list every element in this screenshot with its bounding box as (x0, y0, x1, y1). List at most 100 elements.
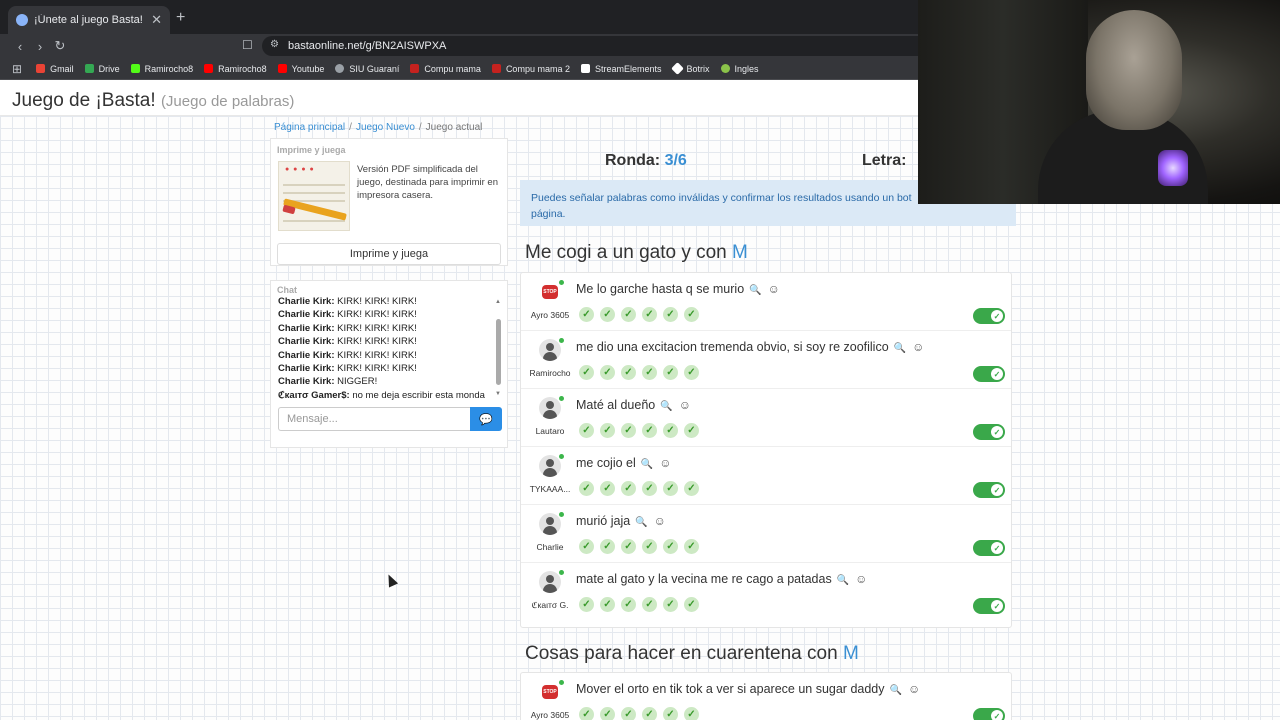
check-icon[interactable]: ✓ (684, 539, 699, 554)
check-icon[interactable]: ✓ (663, 423, 678, 438)
breadcrumb-home[interactable]: Página principal (274, 122, 345, 133)
validity-toggle[interactable]: ✓ (973, 598, 1005, 614)
check-icon[interactable]: ✓ (600, 481, 615, 496)
check-icon[interactable]: ✓ (663, 307, 678, 322)
breadcrumb-new-game[interactable]: Juego Nuevo (356, 122, 415, 133)
check-icon[interactable]: ✓ (621, 365, 636, 380)
emoji-reaction-icon[interactable]: ☺ (654, 514, 666, 528)
site-info-icon[interactable]: ⚙ (270, 39, 279, 50)
check-icon[interactable]: ✓ (621, 481, 636, 496)
emoji-reaction-icon[interactable]: ☺ (912, 340, 924, 354)
validity-toggle[interactable]: ✓ (973, 482, 1005, 498)
search-icon[interactable]: 🔍 (749, 285, 761, 296)
check-icon[interactable]: ✓ (621, 597, 636, 612)
check-icon[interactable]: ✓ (684, 365, 699, 380)
search-icon[interactable]: 🔍 (894, 343, 906, 354)
check-icon[interactable]: ✓ (684, 707, 699, 720)
chat-message-input[interactable]: Mensaje... (278, 407, 470, 431)
check-icon[interactable]: ✓ (579, 597, 594, 612)
check-icon[interactable]: ✓ (621, 423, 636, 438)
forward-icon[interactable]: › (30, 39, 50, 54)
emoji-reaction-icon[interactable]: ☺ (659, 456, 671, 470)
search-icon[interactable]: 🔍 (660, 401, 672, 412)
scroll-up-icon[interactable]: ▲ (494, 299, 502, 305)
check-icon[interactable]: ✓ (621, 539, 636, 554)
check-icon[interactable]: ✓ (621, 707, 636, 720)
bookmark-item[interactable]: Gmail (36, 64, 74, 74)
check-icon[interactable]: ✓ (684, 597, 699, 612)
check-icon[interactable]: ✓ (579, 707, 594, 720)
emoji-reaction-icon[interactable]: ☺ (855, 572, 867, 586)
check-icon[interactable]: ✓ (684, 307, 699, 322)
validity-toggle[interactable]: ✓ (973, 366, 1005, 382)
bookmark-item[interactable]: SIU Guaraní (335, 64, 399, 74)
bookmark-item[interactable]: Compu mama (410, 64, 481, 74)
check-icon[interactable]: ✓ (642, 481, 657, 496)
validity-toggle[interactable]: ✓ (973, 308, 1005, 324)
scroll-down-icon[interactable]: ▼ (494, 391, 502, 397)
check-icon[interactable]: ✓ (642, 707, 657, 720)
check-icon[interactable]: ✓ (579, 307, 594, 322)
print-and-play-button[interactable]: Imprime y juega (277, 243, 501, 265)
check-icon[interactable]: ✓ (642, 597, 657, 612)
check-icon[interactable]: ✓ (600, 707, 615, 720)
check-icon[interactable]: ✓ (642, 539, 657, 554)
search-icon[interactable]: 🔍 (837, 575, 849, 586)
browser-tab[interactable]: ¡Únete al juego Basta! ✕ (8, 6, 170, 34)
check-icon[interactable]: ✓ (600, 423, 615, 438)
check-icon[interactable]: ✓ (684, 423, 699, 438)
reload-icon[interactable]: ↻ (50, 38, 70, 54)
validity-toggle[interactable]: ✓ (973, 424, 1005, 440)
address-bar[interactable]: ⚙ bastaonline.net/g/BN2AISWPXA (262, 36, 942, 56)
new-tab-button[interactable]: + (176, 9, 185, 27)
chat-scrollbar[interactable]: ▲ ▼ (494, 299, 502, 399)
chat-message: ℭкаιтσ Gamer$: no me deja escribir esta … (278, 389, 485, 400)
search-icon[interactable]: 🔍 (641, 459, 653, 470)
bookmark-item[interactable]: Compu mama 2 (491, 64, 570, 74)
check-icon[interactable]: ✓ (663, 481, 678, 496)
check-icon[interactable]: ✓ (663, 707, 678, 720)
emoji-reaction-icon[interactable]: ☺ (908, 682, 920, 696)
emoji-reaction-icon[interactable]: ☺ (679, 398, 691, 412)
answer-row: Ramirocho me dio una excitacion tremenda… (521, 331, 1011, 389)
bookmark-item[interactable]: Ramirocho8 (130, 64, 193, 74)
check-icon[interactable]: ✓ (600, 597, 615, 612)
check-icon[interactable]: ✓ (642, 307, 657, 322)
check-icon[interactable]: ✓ (684, 481, 699, 496)
check-icon[interactable]: ✓ (579, 539, 594, 554)
check-icon[interactable]: ✓ (579, 481, 594, 496)
check-icon[interactable]: ✓ (642, 365, 657, 380)
bookmark-item[interactable]: Botrix (670, 62, 710, 75)
check-icon[interactable]: ✓ (579, 423, 594, 438)
chat-log[interactable]: Charlie Kirk: KIRK! KIRK! KIRK! Charlie … (278, 295, 492, 400)
send-message-button[interactable]: 💬 (470, 407, 502, 431)
bookmark-item[interactable]: Drive (84, 64, 120, 74)
search-icon[interactable]: 🔍 (890, 685, 902, 696)
check-icon[interactable]: ✓ (663, 597, 678, 612)
scrollbar-thumb[interactable] (496, 319, 501, 385)
answer-text: murió jaja 🔍 ☺ (576, 514, 666, 528)
check-icon[interactable]: ✓ (600, 365, 615, 380)
bookmark-item[interactable]: Ramirocho8 (204, 64, 267, 74)
back-icon[interactable]: ‹ (10, 39, 30, 54)
apps-grid-icon[interactable]: ⊞ (12, 62, 22, 76)
check-icon[interactable]: ✓ (642, 423, 657, 438)
emoji-reaction-icon[interactable]: ☺ (768, 282, 780, 296)
page-title[interactable]: Juego de ¡Basta! (Juego de palabras) (12, 90, 294, 112)
check-icon[interactable]: ✓ (663, 539, 678, 554)
check-icon[interactable]: ✓ (600, 539, 615, 554)
bookmark-icon[interactable]: ☐ (242, 38, 253, 52)
validity-toggle[interactable]: ✓ (973, 708, 1005, 720)
ingles-icon (720, 64, 730, 73)
bookmark-item[interactable]: Ingles (720, 64, 759, 74)
check-icon[interactable]: ✓ (579, 365, 594, 380)
check-icon[interactable]: ✓ (621, 307, 636, 322)
bookmark-item[interactable]: StreamElements (580, 64, 662, 74)
bookmark-item[interactable]: Youtube (277, 64, 324, 74)
close-tab-icon[interactable]: ✕ (151, 12, 162, 28)
breadcrumb: Página principal / Juego Nuevo / Juego actua… (274, 122, 483, 133)
validity-toggle[interactable]: ✓ (973, 540, 1005, 556)
search-icon[interactable]: 🔍 (635, 517, 647, 528)
check-icon[interactable]: ✓ (663, 365, 678, 380)
check-icon[interactable]: ✓ (600, 307, 615, 322)
